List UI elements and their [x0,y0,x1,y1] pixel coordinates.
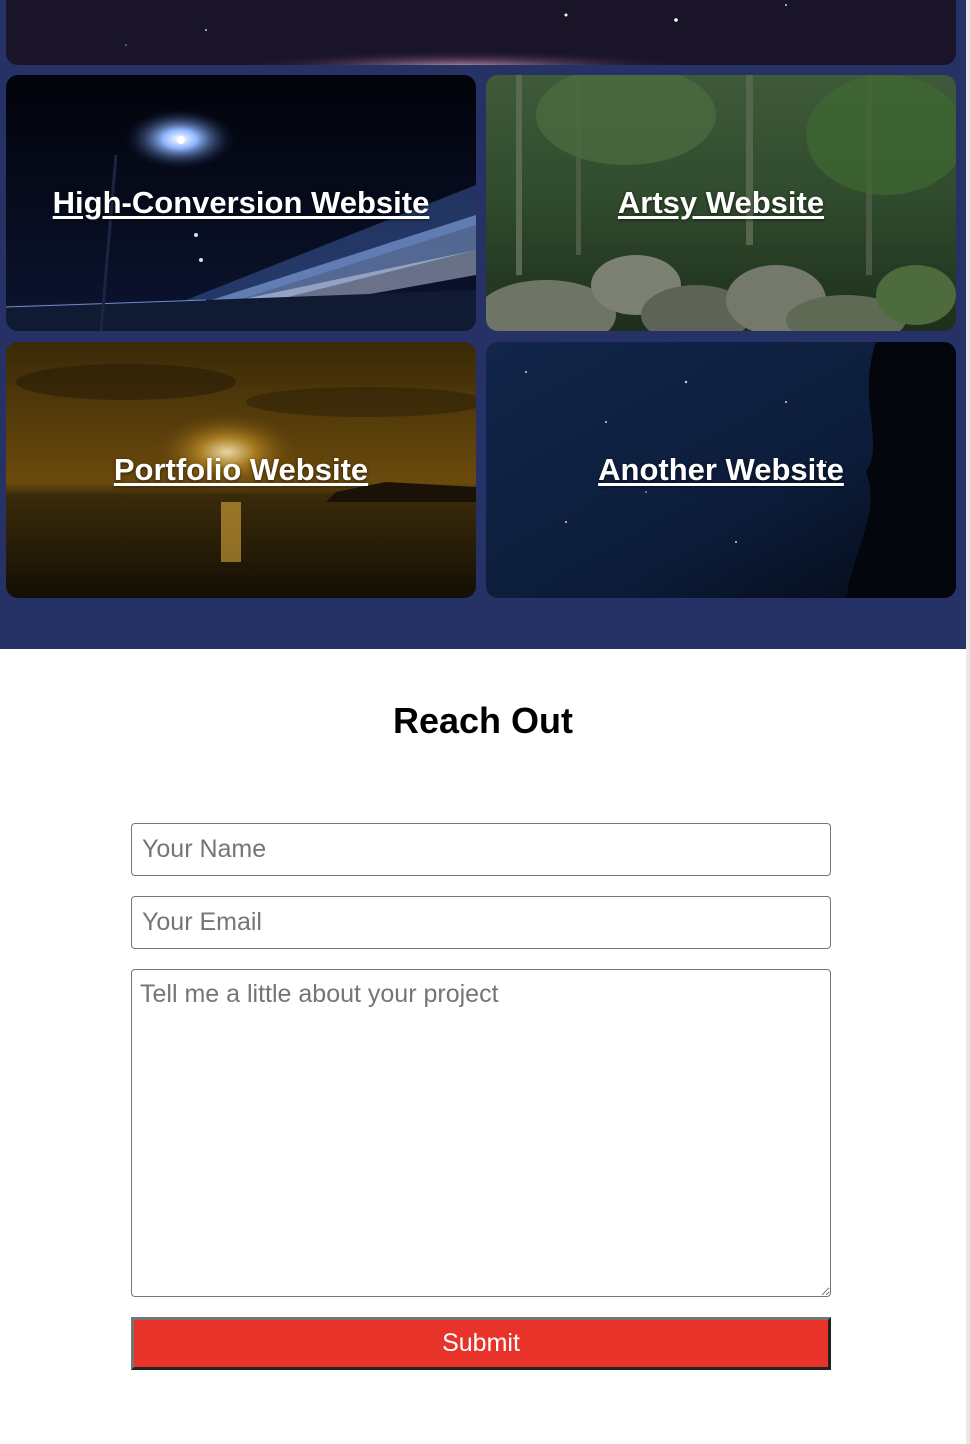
name-field[interactable] [131,823,831,876]
submit-button[interactable]: Submit [131,1317,831,1370]
portfolio-link-portfolio[interactable]: Portfolio Website [114,452,368,488]
space-image [6,0,956,65]
portfolio-tile-another[interactable]: Another Website [486,342,956,598]
project-description-field[interactable] [131,969,831,1297]
email-field[interactable] [131,896,831,949]
portfolio-section: High-Conversion Website Artsy Website Po… [0,0,966,649]
space-banner-image [6,0,956,65]
scrollbar[interactable] [966,0,970,1444]
portfolio-link-another[interactable]: Another Website [598,452,844,488]
portfolio-link-artsy[interactable]: Artsy Website [618,185,824,221]
portfolio-tile-artsy[interactable]: Artsy Website [486,75,956,331]
portfolio-tile-high-conversion[interactable]: High-Conversion Website [6,75,476,331]
contact-title: Reach Out [392,700,574,741]
portfolio-link-high-conversion[interactable]: High-Conversion Website [53,185,430,221]
portfolio-tile-portfolio[interactable]: Portfolio Website [6,342,476,598]
